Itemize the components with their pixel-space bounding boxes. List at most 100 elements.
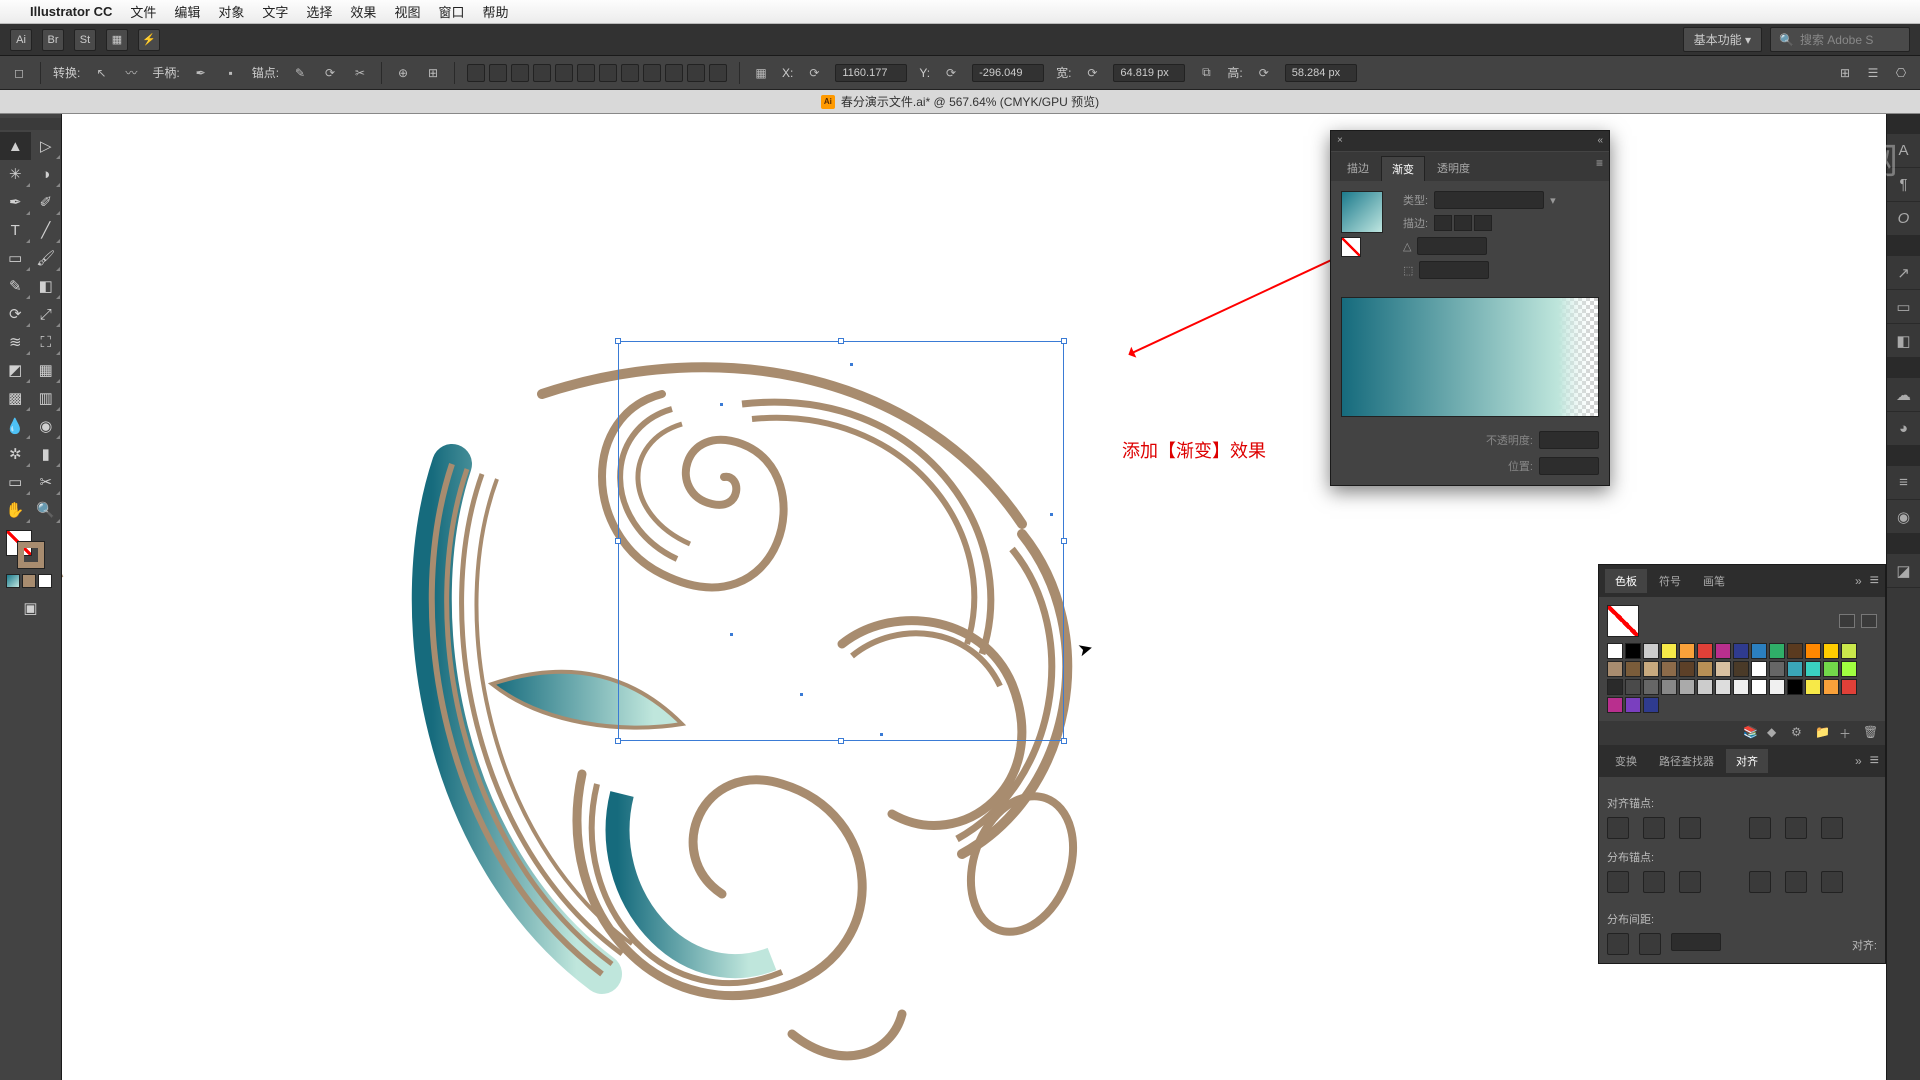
menu-select[interactable]: 选择 bbox=[306, 2, 332, 21]
layers-panel-icon[interactable]: ≡ bbox=[1887, 466, 1920, 500]
gradient-ramp[interactable] bbox=[1341, 297, 1599, 417]
menu-help[interactable]: 帮助 bbox=[482, 2, 508, 21]
remove-anchor-icon[interactable]: ✎ bbox=[291, 64, 309, 82]
x-input[interactable] bbox=[835, 64, 907, 82]
align-top-btn[interactable] bbox=[1749, 817, 1771, 839]
swatch[interactable] bbox=[1751, 679, 1767, 695]
swatch[interactable] bbox=[1715, 679, 1731, 695]
swatch[interactable] bbox=[1607, 661, 1623, 677]
spacing-input[interactable] bbox=[1671, 933, 1721, 951]
line-tool-icon[interactable]: ╱ bbox=[31, 216, 62, 244]
perspective-grid-tool-icon[interactable]: ▦ bbox=[31, 356, 62, 384]
menu-window[interactable]: 窗口 bbox=[438, 2, 464, 21]
swatch[interactable] bbox=[1841, 661, 1857, 677]
eraser-tool-icon[interactable]: ◧ bbox=[31, 272, 62, 300]
bbox-handle-lc[interactable] bbox=[615, 538, 621, 544]
home-icon[interactable]: Ai bbox=[10, 29, 32, 51]
docked-panels[interactable]: 色板 符号 画笔 » ≡ 📚 ◆ ⚙ 📁 bbox=[1598, 564, 1886, 964]
w-input[interactable] bbox=[1113, 64, 1185, 82]
rotate-tool-icon[interactable]: ⟳ bbox=[0, 300, 31, 328]
menu-type[interactable]: 文字 bbox=[262, 2, 288, 21]
stroke-across-icon[interactable] bbox=[1474, 215, 1492, 231]
menu-effect[interactable]: 效果 bbox=[350, 2, 376, 21]
convert-smooth-icon[interactable]: 〰 bbox=[122, 64, 140, 82]
mesh-tool-icon[interactable]: ▩ bbox=[0, 384, 31, 412]
align-panel-icon[interactable]: ☰ bbox=[1864, 64, 1882, 82]
search-input[interactable]: 🔍 搜索 Adobe S bbox=[1770, 27, 1910, 52]
swatch[interactable] bbox=[1679, 661, 1695, 677]
swatch[interactable] bbox=[1625, 679, 1641, 695]
paintbrush-tool-icon[interactable]: 🖌 bbox=[31, 244, 62, 272]
swatch[interactable] bbox=[1661, 679, 1677, 695]
gradient-type-select[interactable] bbox=[1434, 191, 1544, 209]
swatch[interactable] bbox=[1715, 643, 1731, 659]
dist-bottom-btn[interactable] bbox=[1679, 871, 1701, 893]
magic-wand-tool-icon[interactable]: ✳ bbox=[0, 160, 31, 188]
app-name[interactable]: Illustrator CC bbox=[30, 4, 112, 19]
pen-tool-icon[interactable]: ✒ bbox=[0, 188, 31, 216]
selection-bbox[interactable] bbox=[618, 341, 1064, 741]
arrange-documents-icon[interactable]: ▦ bbox=[106, 29, 128, 51]
anchor-pt[interactable] bbox=[1049, 512, 1054, 517]
zoom-tool-icon[interactable]: 🔍 bbox=[31, 496, 62, 524]
align-bottom-icon[interactable] bbox=[577, 64, 595, 82]
swatches-collapse-icon[interactable]: » bbox=[1855, 574, 1862, 588]
bbox-handle-bl[interactable] bbox=[615, 738, 621, 744]
connect-anchor-icon[interactable]: ⟳ bbox=[321, 64, 339, 82]
artboards-panel-icon[interactable]: ▭ bbox=[1887, 290, 1920, 324]
type-tool-icon[interactable]: T bbox=[0, 216, 31, 244]
fill-none-swatch[interactable] bbox=[1341, 237, 1361, 257]
bridge-icon[interactable]: Br bbox=[42, 29, 64, 51]
swatch[interactable] bbox=[1823, 643, 1839, 659]
new-swatch-icon[interactable]: ＋ bbox=[1839, 725, 1855, 741]
link-x-icon[interactable]: ⟳ bbox=[805, 64, 823, 82]
swatch[interactable] bbox=[1625, 661, 1641, 677]
swatch[interactable] bbox=[1841, 643, 1857, 659]
handle-a-icon[interactable]: ✒ bbox=[192, 64, 210, 82]
new-group-icon[interactable]: 📁 bbox=[1815, 725, 1831, 741]
swatch[interactable] bbox=[1733, 679, 1749, 695]
dist-v-icon[interactable] bbox=[621, 64, 639, 82]
swatch[interactable] bbox=[1841, 679, 1857, 695]
opacity-input[interactable] bbox=[1539, 431, 1599, 449]
hand-tool-icon[interactable]: ✋ bbox=[0, 496, 31, 524]
bbox-handle-tc[interactable] bbox=[838, 338, 844, 344]
bbox-handle-bc[interactable] bbox=[838, 738, 844, 744]
document-tab[interactable]: Ai 春分演示文件.ai* @ 567.64% (CMYK/GPU 预览) bbox=[0, 90, 1920, 114]
swatch[interactable] bbox=[1805, 661, 1821, 677]
swatch[interactable] bbox=[1787, 661, 1803, 677]
swatch[interactable] bbox=[1733, 661, 1749, 677]
dropdown-icon[interactable]: ▾ bbox=[1550, 194, 1556, 207]
dist-hc-icon[interactable] bbox=[643, 64, 661, 82]
lasso-tool-icon[interactable]: ◑ bbox=[31, 160, 62, 188]
stock-icon[interactable]: St bbox=[74, 29, 96, 51]
anchor-pt[interactable] bbox=[719, 402, 724, 407]
swatch[interactable] bbox=[1805, 643, 1821, 659]
dist-right-btn[interactable] bbox=[1821, 871, 1843, 893]
bbox-handle-tr[interactable] bbox=[1061, 338, 1067, 344]
anchor-pt[interactable] bbox=[849, 362, 854, 367]
swatch[interactable] bbox=[1715, 661, 1731, 677]
y-input[interactable] bbox=[972, 64, 1044, 82]
dist-vcenter-btn[interactable] bbox=[1643, 871, 1665, 893]
swatch[interactable] bbox=[1787, 679, 1803, 695]
thumb-view-icon[interactable] bbox=[1861, 614, 1877, 628]
screen-mode-icon[interactable]: ▣ bbox=[0, 594, 61, 622]
ref-point-icon[interactable]: ▦ bbox=[752, 64, 770, 82]
cut-path-icon[interactable]: ✂ bbox=[351, 64, 369, 82]
swatch[interactable] bbox=[1823, 679, 1839, 695]
shape-builder-tool-icon[interactable]: ◩ bbox=[0, 356, 31, 384]
swatch[interactable] bbox=[1625, 697, 1641, 713]
swatch-kind-icon[interactable]: ◆ bbox=[1767, 725, 1783, 741]
delete-swatch-icon[interactable]: 🗑 bbox=[1863, 725, 1879, 741]
swatch[interactable] bbox=[1751, 643, 1767, 659]
convert-corner-icon[interactable]: ↖ bbox=[92, 64, 110, 82]
menu-object[interactable]: 对象 bbox=[218, 2, 244, 21]
dist-vc-icon[interactable] bbox=[665, 64, 683, 82]
appearance-panel-icon[interactable]: ◉ bbox=[1887, 500, 1920, 534]
gradient-tool-icon[interactable]: ▥ bbox=[31, 384, 62, 412]
swatch[interactable] bbox=[1607, 643, 1623, 659]
recent-swatch-none[interactable] bbox=[38, 574, 52, 588]
aspect-input[interactable] bbox=[1419, 261, 1489, 279]
swatch[interactable] bbox=[1787, 643, 1803, 659]
